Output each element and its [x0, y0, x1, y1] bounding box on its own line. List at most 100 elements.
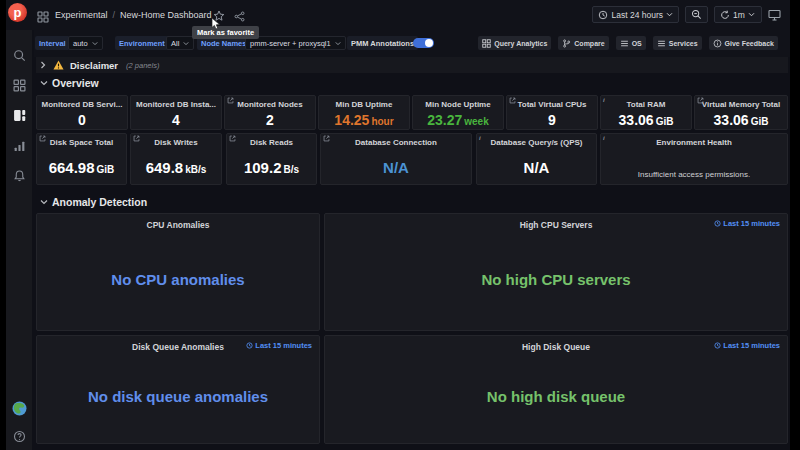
info-icon[interactable]: i [479, 135, 481, 141]
services-label: Services [669, 40, 698, 47]
external-link-icon[interactable] [227, 97, 234, 104]
node-names-select[interactable]: pmm-server + proxysql1 [245, 36, 346, 50]
row-disclaimer[interactable]: Disclaimer (2 panels) [36, 57, 788, 73]
query-analytics-button[interactable]: Query Analytics [478, 36, 551, 50]
stat-value: 14.25 [334, 112, 369, 128]
stat-value: 23.27 [427, 112, 462, 128]
external-link-icon[interactable] [509, 97, 516, 104]
apps-grid-icon[interactable] [37, 11, 49, 23]
panel-title: Database Connection [321, 134, 471, 147]
badge-label: Last 15 minutes [255, 341, 312, 350]
panel-title: Disk Space Total [37, 134, 126, 147]
panel-title: Virtual Memory Total [695, 96, 787, 109]
tooltip-mark-favorite: Mark as favorite [192, 26, 259, 39]
warning-icon [53, 60, 64, 70]
panel-high-cpu-servers[interactable]: High CPU Servers Last 15 minutes No high… [324, 213, 788, 331]
stat-value: 2 [266, 112, 274, 128]
time-range-badge[interactable]: Last 15 minutes [246, 341, 312, 350]
alerts-bell-icon[interactable] [13, 169, 26, 182]
give-feedback-button[interactable]: Give Feedback [709, 36, 778, 50]
panel-total-ram[interactable]: i Total RAM 33.06GiB [600, 95, 692, 130]
search-icon[interactable] [13, 49, 26, 62]
external-link-icon[interactable] [697, 97, 704, 104]
external-link-icon[interactable] [39, 135, 46, 142]
info-icon[interactable]: i [603, 135, 605, 141]
panel-cpu-anomalies[interactable]: CPU Anomalies No CPU anomalies [36, 213, 320, 331]
panel-min-node-uptime[interactable]: Min Node Uptime 23.27week [412, 95, 504, 130]
breadcrumb: Experimental / New-Home Dashboard [55, 10, 212, 20]
external-link-icon[interactable] [323, 135, 330, 142]
chevron-down-icon [40, 199, 48, 205]
analytics-chart-icon[interactable] [13, 139, 26, 152]
stat-unit: week [464, 116, 488, 127]
info-icon[interactable]: i [603, 97, 605, 103]
panel-monitored-nodes[interactable]: Monitored Nodes 2 [224, 95, 316, 130]
panel-monitored-db-services[interactable]: Monitored DB Servi... 0 [36, 95, 128, 130]
stat-unit: GiB [751, 116, 769, 127]
panel-title: Database Query/s (QPS) [477, 134, 596, 147]
stat-value: N/A [383, 159, 409, 176]
panel-total-virtual-cpus[interactable]: Total Virtual CPUs 9 [506, 95, 598, 130]
clock-icon [714, 342, 721, 349]
toolbar-buttons: Query Analytics Compare OS Services Give… [478, 36, 778, 50]
os-button[interactable]: OS [616, 36, 646, 50]
panel-high-disk-queue[interactable]: High Disk Queue Last 15 minutes No high … [324, 335, 788, 444]
stat-value: 664.98 [49, 159, 95, 176]
pmm-annotations-label: PMM Annotations [347, 36, 418, 50]
interval-label[interactable]: Interval [35, 36, 70, 50]
row-overview[interactable]: Overview [40, 77, 99, 89]
badge-label: Last 15 minutes [723, 341, 780, 350]
share-icon[interactable] [234, 11, 245, 22]
chevron-down-icon [92, 41, 98, 46]
badge-label: Last 15 minutes [723, 219, 780, 228]
pmm-annotations-toggle[interactable] [413, 38, 434, 48]
time-range-picker[interactable]: Last 24 hours [592, 6, 679, 23]
dashboards-icon[interactable] [13, 109, 26, 122]
compare-icon [562, 39, 571, 48]
panel-virtual-memory-total[interactable]: Virtual Memory Total 33.06GiB [694, 95, 788, 130]
breadcrumb-dashboard[interactable]: New-Home Dashboard [120, 10, 212, 20]
panel-title: Min Node Uptime [413, 96, 503, 109]
os-list-icon [620, 39, 629, 48]
environment-select[interactable]: All [166, 36, 194, 50]
time-controls: Last 24 hours 1m [592, 6, 781, 23]
zoom-out-button[interactable] [685, 6, 708, 23]
compare-button[interactable]: Compare [558, 36, 608, 50]
panel-disk-queue-anomalies[interactable]: Disk Queue Anomalies Last 15 minutes No … [36, 335, 320, 444]
app-window: p Experimental / New-Home Dashboard Mark… [6, 0, 790, 450]
chevron-right-icon [40, 61, 46, 69]
chevron-down-icon [748, 12, 755, 17]
panel-disk-writes[interactable]: Disk Writes 649.8kB/s [130, 133, 222, 185]
services-button[interactable]: Services [653, 36, 702, 50]
breadcrumb-section[interactable]: Experimental [55, 10, 108, 20]
panel-database-connection[interactable]: Database Connection N/A [320, 133, 472, 185]
panel-environment-health[interactable]: i Environment Health Insufficient access… [600, 133, 788, 185]
environment-label[interactable]: Environment [115, 36, 169, 50]
row-anomaly-detection[interactable]: Anomaly Detection [40, 196, 147, 208]
tv-mode-icon[interactable] [768, 9, 781, 21]
percona-logo[interactable]: p [8, 3, 27, 22]
pmm-globe-icon[interactable] [12, 401, 27, 416]
panel-database-qps[interactable]: i Database Query/s (QPS) N/A [476, 133, 597, 185]
panel-title: Monitored DB Insta... [131, 96, 221, 109]
external-link-icon[interactable] [229, 135, 236, 142]
anomaly-message: No high CPU servers [325, 271, 787, 288]
time-range-badge[interactable]: Last 15 minutes [714, 341, 780, 350]
environment-health-message: Insufficient access permissions. [601, 170, 787, 179]
help-icon[interactable] [13, 430, 26, 443]
panel-disk-reads[interactable]: Disk Reads 109.2B/s [226, 133, 317, 185]
panel-min-db-uptime[interactable]: Min DB Uptime 14.25hour [318, 95, 410, 130]
panel-monitored-db-instances[interactable]: Monitored DB Insta... 4 [130, 95, 222, 130]
stat-unit: kB/s [185, 164, 206, 175]
row-disclaimer-title: Disclaimer [70, 60, 118, 71]
panel-disk-space-total[interactable]: Disk Space Total 664.98GiB [36, 133, 127, 185]
apps-icon[interactable] [13, 79, 26, 92]
external-link-icon[interactable] [133, 135, 140, 142]
refresh-picker[interactable]: 1m [714, 6, 762, 23]
interval-select[interactable]: auto [68, 36, 103, 50]
stat-value: 649.8 [146, 159, 184, 176]
panel-title: Total RAM [601, 96, 691, 109]
time-range-badge[interactable]: Last 15 minutes [714, 219, 780, 228]
query-analytics-icon [482, 39, 491, 48]
top-navbar: p Experimental / New-Home Dashboard Mark… [6, 0, 790, 30]
